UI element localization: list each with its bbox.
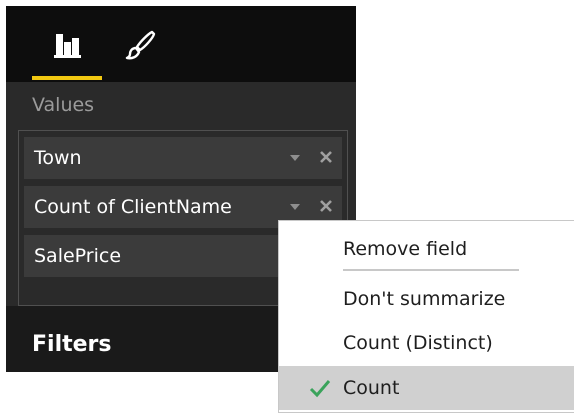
menu-item-remove-field[interactable]: Remove field — [279, 227, 574, 271]
chevron-down-icon[interactable] — [290, 155, 300, 161]
field-label: Count of ClientName — [34, 196, 232, 218]
active-tab-indicator — [32, 76, 102, 80]
close-icon[interactable] — [318, 149, 334, 165]
field-well-item-town[interactable]: Town — [24, 137, 342, 179]
menu-item-label: Don't summarize — [343, 288, 506, 310]
filters-heading: Filters — [32, 332, 112, 357]
menu-item-label: Remove field — [343, 238, 468, 260]
menu-item-count-distinct[interactable]: Count (Distinct) — [279, 321, 574, 365]
pane-tab-bar — [6, 6, 356, 82]
menu-divider — [343, 269, 519, 271]
paint-brush-icon[interactable] — [124, 28, 158, 62]
field-label: SalePrice — [34, 245, 122, 267]
field-label: Town — [34, 147, 82, 169]
chevron-down-icon[interactable] — [290, 204, 300, 210]
menu-item-count[interactable]: Count — [279, 366, 574, 410]
menu-item-label: Count (Distinct) — [343, 332, 493, 354]
bar-chart-icon[interactable] — [50, 28, 84, 62]
close-icon[interactable] — [318, 198, 334, 214]
field-context-menu: Remove field Don't summarize Count (Dist… — [278, 220, 574, 413]
checkmark-icon — [309, 380, 331, 398]
menu-item-label: Count — [343, 377, 400, 399]
values-heading: Values — [32, 94, 95, 116]
menu-item-dont-summarize[interactable]: Don't summarize — [279, 277, 574, 321]
